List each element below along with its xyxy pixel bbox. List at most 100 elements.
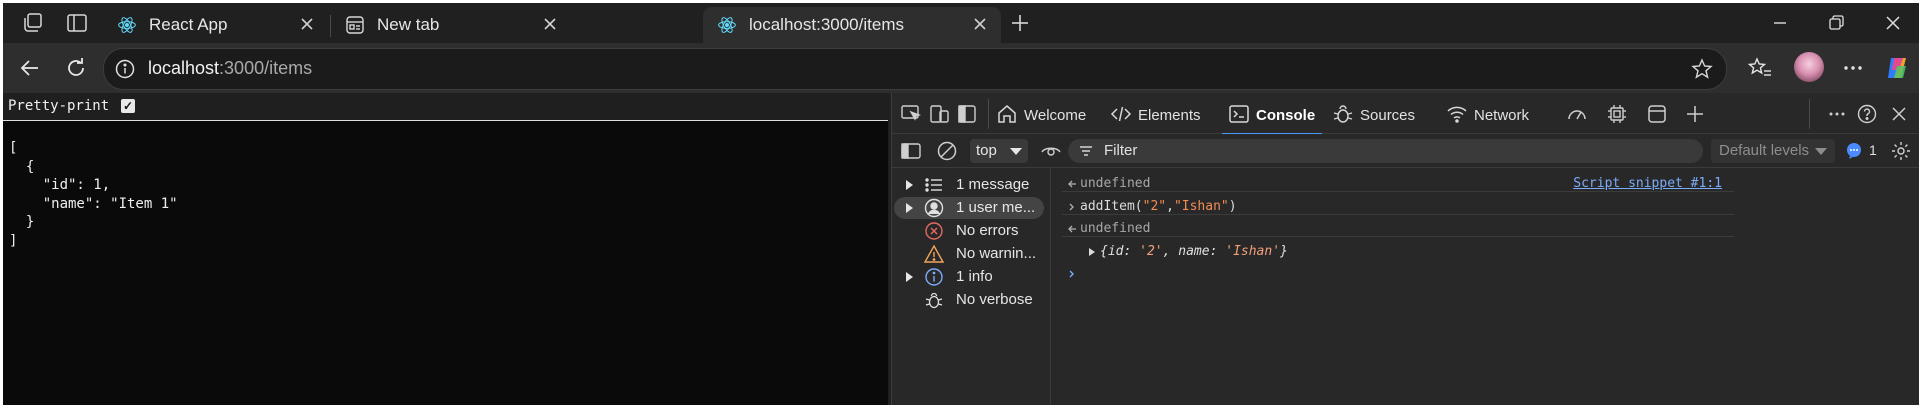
pretty-print-label: Pretty-print — [8, 98, 110, 114]
more-menu-icon[interactable] — [1840, 55, 1866, 81]
object-punct: } — [1280, 244, 1288, 259]
command-punct: , — [1166, 199, 1174, 214]
context-value: top — [976, 142, 997, 159]
device-emulation-icon[interactable] — [928, 103, 950, 125]
help-icon[interactable] — [1856, 103, 1878, 125]
json-line: "name": "Item 1" — [9, 195, 178, 212]
clear-console-icon[interactable] — [936, 140, 958, 162]
command-arg: "2" — [1142, 199, 1167, 214]
avatar[interactable] — [1794, 52, 1824, 82]
info-icon[interactable] — [114, 58, 136, 80]
url-path: :3000/items — [219, 58, 313, 78]
divider — [1809, 99, 1810, 129]
info-icon — [924, 267, 944, 287]
application-icon[interactable] — [1646, 103, 1668, 125]
console-icon — [1228, 103, 1250, 125]
sidebar-item-label: 1 info — [956, 268, 993, 285]
issues-count: 1 — [1869, 142, 1877, 158]
copilot-icon[interactable] — [1883, 54, 1911, 82]
json-line: [ — [9, 140, 18, 156]
object-key: {id: — [1100, 244, 1140, 259]
command-fn: addItem( — [1080, 199, 1143, 214]
expand-triangle-icon[interactable] — [906, 272, 913, 282]
close-window-icon[interactable] — [1883, 13, 1903, 33]
tab-sources[interactable]: Sources — [1332, 99, 1432, 133]
context-select[interactable]: top — [970, 139, 1028, 163]
chevron-down-icon — [1010, 148, 1022, 155]
tab-elements[interactable]: Elements — [1110, 99, 1210, 133]
console-sidebar: 1 message 1 user me... No errors No warn… — [892, 168, 1051, 405]
performance-icon[interactable] — [1566, 103, 1588, 125]
refresh-icon[interactable] — [63, 55, 89, 81]
tab-title: React App — [149, 15, 228, 34]
json-line: "id": 1, — [9, 177, 111, 193]
favorites-icon[interactable] — [1747, 55, 1773, 81]
console-text: undefined — [1080, 176, 1151, 191]
tab-new-tab[interactable]: New tab — [331, 7, 571, 43]
source-link[interactable]: Script snippet #1:1 — [1573, 176, 1722, 191]
sidebar-item-messages[interactable]: 1 message — [892, 174, 1050, 196]
more-options-icon[interactable] — [1826, 103, 1848, 125]
json-output: [ { "id": 1, "name": "Item 1" } ] — [9, 139, 178, 250]
json-line: ] — [9, 232, 18, 249]
sidebar-item-user-messages[interactable]: 1 user me... — [894, 197, 1044, 219]
log-levels-select[interactable]: Default levels — [1711, 139, 1835, 163]
issues-chat-icon — [1845, 142, 1863, 160]
tab-welcome[interactable]: Welcome — [996, 99, 1096, 133]
settings-gear-icon[interactable] — [1890, 140, 1912, 162]
input-chevron-icon — [1066, 201, 1078, 213]
sidebar-item-errors[interactable]: No errors — [892, 220, 1050, 242]
sidebar-item-label: 1 user me... — [956, 199, 1036, 216]
sidebar-item-verbose[interactable]: No verbose — [892, 289, 1050, 311]
expand-triangle-icon[interactable] — [906, 180, 913, 190]
tab-network[interactable]: Network — [1446, 99, 1546, 133]
tab-strip: React App New tab localhost:3000/items — [3, 3, 1919, 43]
restore-icon[interactable] — [1826, 13, 1846, 33]
pretty-print-checkbox[interactable]: ✓ — [121, 99, 135, 113]
live-expression-eye-icon[interactable] — [1040, 140, 1062, 162]
memory-icon[interactable] — [1606, 103, 1628, 125]
close-icon[interactable] — [969, 13, 991, 35]
console-prompt-chevron-icon[interactable] — [1066, 268, 1078, 280]
minimize-icon[interactable] — [1770, 13, 1790, 33]
warning-icon — [923, 244, 945, 264]
toggle-sidebar-icon[interactable] — [900, 140, 922, 162]
filter-placeholder: Filter — [1104, 142, 1138, 159]
more-tools-plus-icon[interactable] — [1684, 103, 1706, 125]
home-icon — [996, 103, 1018, 125]
list-icon — [924, 175, 944, 195]
console-text: undefined — [1080, 221, 1151, 236]
star-icon[interactable] — [1690, 57, 1714, 81]
tab-react-app[interactable]: React App — [103, 7, 328, 43]
back-arrow-icon[interactable] — [17, 55, 43, 81]
expand-triangle-icon[interactable] — [906, 203, 913, 213]
close-icon[interactable] — [296, 13, 318, 35]
inspect-icon[interactable] — [900, 103, 922, 125]
new-tab-plus-icon[interactable] — [1008, 11, 1032, 35]
dock-icon[interactable] — [956, 103, 978, 125]
workspaces-icon[interactable] — [21, 11, 45, 35]
divider — [1062, 236, 1734, 237]
json-line: { — [9, 158, 35, 175]
object-value: '2' — [1139, 244, 1163, 259]
tab-console[interactable]: Console — [1222, 99, 1322, 135]
react-icon — [717, 15, 737, 35]
sidebar-item-label: 1 message — [956, 176, 1030, 193]
filter-input[interactable]: Filter — [1068, 139, 1703, 163]
sidebar-item-info[interactable]: 1 info — [892, 266, 1050, 288]
console-toolbar: top Filter Default levels 1 — [892, 134, 1919, 168]
close-devtools-icon[interactable] — [1888, 103, 1910, 125]
sidebar-item-warnings[interactable]: No warnin... — [892, 243, 1050, 265]
tab-localhost-items[interactable]: localhost:3000/items — [703, 7, 1001, 43]
address-bar[interactable]: localhost:3000/items — [103, 48, 1727, 90]
browser-window: React App New tab localhost:3000/items l… — [3, 3, 1919, 405]
url-text: localhost:3000/items — [148, 58, 312, 79]
tab-label: Network — [1474, 107, 1530, 124]
wifi-icon — [1446, 103, 1468, 125]
chevron-down-icon — [1815, 148, 1827, 155]
close-icon[interactable] — [539, 13, 561, 35]
tab-actions-icon[interactable] — [65, 11, 89, 35]
expand-triangle-icon[interactable] — [1086, 246, 1098, 258]
tab-label: Welcome — [1024, 107, 1087, 124]
command-arg: "Ishan" — [1173, 199, 1229, 214]
